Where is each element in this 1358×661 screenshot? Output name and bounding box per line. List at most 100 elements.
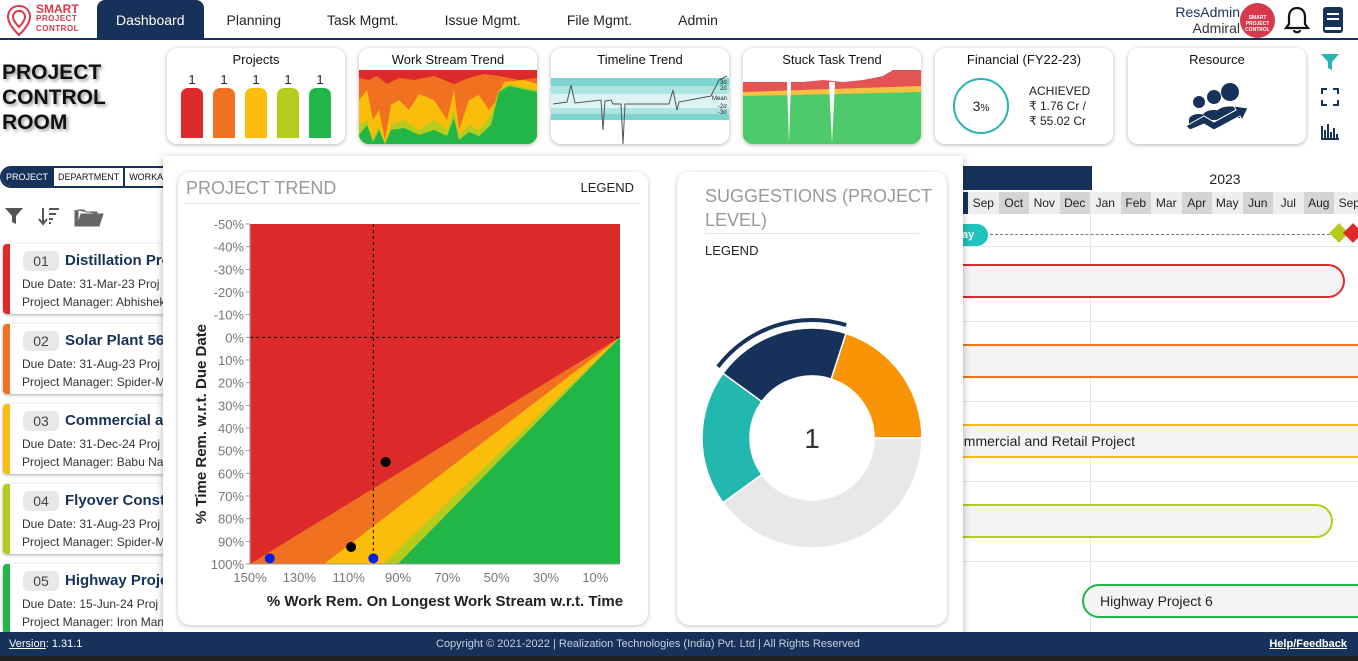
- project-trend-popup: PROJECT TREND LEGEND -50% -40% -30% -20% -10…: [163, 156, 963, 640]
- nav-dashboard[interactable]: Dashboard: [97, 0, 204, 40]
- gantt-project-bar[interactable]: [950, 344, 1358, 378]
- x-tick-label: 130%: [283, 570, 317, 585]
- y-tick-label: 70%: [218, 489, 244, 504]
- project-card[interactable]: 02 Solar Plant 56 N Due Date: 31-Aug-23 …: [3, 324, 173, 394]
- kpi-financial-card[interactable]: Financial (FY22-23) 3% ACHIEVED ₹ 1.76 C…: [935, 48, 1113, 144]
- filter-icon[interactable]: [4, 206, 24, 226]
- gantt-row-divider: [960, 246, 1358, 247]
- kpi-timeline-trend-card[interactable]: Timeline Trend 3σ 2σ Mean -2σ -3σ: [551, 48, 729, 144]
- projects-status-bars: 1 1 1 1 1: [167, 71, 345, 138]
- financial-total: ₹ 55.02 Cr: [1029, 114, 1086, 128]
- project-status-bar[interactable]: 1: [245, 71, 267, 138]
- project-name[interactable]: Distillation Pro: [65, 252, 171, 269]
- filter-icon[interactable]: [1320, 52, 1340, 72]
- project-trend-chart: -50% -40% -30% -20% -10% 0% 10% 20% 30% 40% 50% 60%…: [193, 217, 623, 610]
- project-data-point[interactable]: [346, 542, 357, 552]
- band-neg2sigma: [551, 108, 729, 114]
- project-manager: Project Manager: Abhishek: [22, 295, 166, 309]
- project-due-date: Due Date: 31-Aug-23 Proj: [22, 357, 161, 371]
- folder-icon[interactable]: [74, 206, 104, 228]
- nav-issue-mgmt[interactable]: Issue Mgmt.: [422, 0, 544, 40]
- x-tick-label: 10%: [582, 570, 608, 585]
- gantt-month: Jan: [1090, 192, 1121, 214]
- project-name[interactable]: Highway Projec: [65, 572, 173, 589]
- financial-summary: ACHIEVED ₹ 1.76 Cr / ₹ 55.02 Cr: [1029, 84, 1090, 129]
- nav-file-mgmt[interactable]: File Mgmt.: [544, 0, 655, 40]
- avatar[interactable]: SMART PROJECT CONTROL: [1240, 3, 1275, 38]
- y-tick-label: 20%: [218, 376, 244, 391]
- suggestions-legend-button[interactable]: LEGEND: [705, 243, 758, 258]
- project-trend-title: PROJECT TREND: [186, 178, 337, 198]
- project-number: 02: [23, 331, 59, 351]
- kpi-resource-card[interactable]: Resource: [1128, 48, 1306, 144]
- help-feedback-link[interactable]: Help/Feedback: [1269, 638, 1347, 650]
- project-name[interactable]: Solar Plant 56 N: [65, 332, 173, 349]
- app-logo[interactable]: SMART PROJECT CONTROL: [6, 2, 96, 38]
- project-trend-panel: PROJECT TREND LEGEND -50% -40% -30% -20% -10…: [178, 172, 648, 625]
- y-tick-label: 0%: [225, 330, 244, 345]
- nav-planning[interactable]: Planning: [204, 0, 305, 40]
- project-due-date: Due Date: 15-Jun-24 Proj: [22, 597, 159, 611]
- divider: [705, 233, 919, 234]
- gantt-month: Oct: [998, 192, 1029, 214]
- y-tick-label: -40%: [214, 240, 245, 255]
- project-card[interactable]: 01 Distillation Pro Due Date: 31-Mar-23 …: [3, 244, 173, 314]
- page-title-line: ROOM: [2, 111, 68, 134]
- tab-department[interactable]: DEPARTMENT: [54, 168, 126, 186]
- project-name[interactable]: Flyover Constr: [65, 492, 171, 509]
- version-link[interactable]: Version: [9, 638, 46, 650]
- project-status-bar[interactable]: 1: [277, 71, 299, 138]
- version-number: : 1.31.1: [45, 638, 83, 650]
- project-status-bar[interactable]: 1: [213, 71, 235, 138]
- nav-task-mgmt[interactable]: Task Mgmt.: [304, 0, 422, 40]
- gantt-project-bar[interactable]: ommercial and Retail Project: [940, 424, 1358, 458]
- suggestions-title-line: SUGGESTIONS (PROJECT: [705, 186, 933, 206]
- book-icon[interactable]: [1322, 6, 1344, 34]
- milestone-diamond-icon[interactable]: [1343, 223, 1358, 243]
- fullscreen-icon[interactable]: [1321, 88, 1339, 106]
- project-trend-legend-button[interactable]: LEGEND: [581, 180, 634, 195]
- band-2sigma: [551, 86, 729, 94]
- gantt-project-bar[interactable]: Highway Project 6: [1082, 584, 1358, 618]
- project-status-bar-fill: [309, 88, 331, 138]
- project-status-bar[interactable]: 1: [309, 71, 331, 138]
- y-tick-label: 80%: [218, 512, 244, 527]
- gantt-month: Jul: [1273, 192, 1304, 214]
- project-name[interactable]: Commercial an: [65, 412, 173, 429]
- kpi-projects-card[interactable]: Projects 1 1 1 1 1: [167, 48, 345, 144]
- user-name: ResAdmin: [1175, 4, 1240, 20]
- project-data-point[interactable]: [368, 553, 379, 564]
- today-marker[interactable]: ay: [960, 224, 988, 246]
- nav-admin[interactable]: Admin: [655, 0, 741, 40]
- y-tick-label: -30%: [214, 262, 245, 277]
- y-tick-label: -50%: [214, 217, 245, 232]
- project-number: 05: [23, 571, 59, 591]
- sort-icon[interactable]: [38, 206, 60, 226]
- user-info[interactable]: ResAdmin Admiral: [1175, 4, 1240, 36]
- bell-icon[interactable]: [1283, 5, 1311, 35]
- suggestions-title: SUGGESTIONS (PROJECT LEVEL): [705, 184, 932, 232]
- kpi-title: Work Stream Trend: [391, 52, 505, 67]
- gantt-project-bar[interactable]: [950, 264, 1345, 298]
- kpi-stuck-task-trend-card[interactable]: Stuck Task Trend: [743, 48, 921, 144]
- project-status-count: 1: [220, 72, 228, 87]
- version-info: Version: 1.31.1: [9, 638, 82, 650]
- project-status-bar-fill: [277, 88, 299, 138]
- gantt-project-bar[interactable]: [950, 504, 1333, 538]
- project-card[interactable]: 05 Highway Projec Due Date: 15-Jun-24 Pr…: [3, 564, 173, 634]
- gantt-month: Mar: [1151, 192, 1182, 214]
- x-tick-label: 70%: [434, 570, 460, 585]
- tab-project[interactable]: PROJECT: [2, 168, 55, 186]
- project-manager: Project Manager: Spider-M: [22, 535, 166, 549]
- kpi-work-stream-trend-card[interactable]: Work Stream Trend: [359, 48, 537, 144]
- project-data-point[interactable]: [264, 553, 275, 564]
- project-data-point[interactable]: [380, 457, 391, 467]
- project-status-bar[interactable]: 1: [181, 71, 203, 138]
- y-tick-label: 10%: [218, 353, 244, 368]
- project-card[interactable]: 04 Flyover Constr Due Date: 31-Aug-23 Pr…: [3, 484, 173, 554]
- gantt-header-prev-year: [960, 166, 1092, 190]
- project-card[interactable]: 03 Commercial an Due Date: 31-Dec-24 Pro…: [3, 404, 173, 474]
- project-due-date: Due Date: 31-Dec-24 Proj: [22, 437, 161, 451]
- donut-slice-orange[interactable]: [830, 332, 923, 439]
- bar-chart-icon[interactable]: [1320, 122, 1340, 140]
